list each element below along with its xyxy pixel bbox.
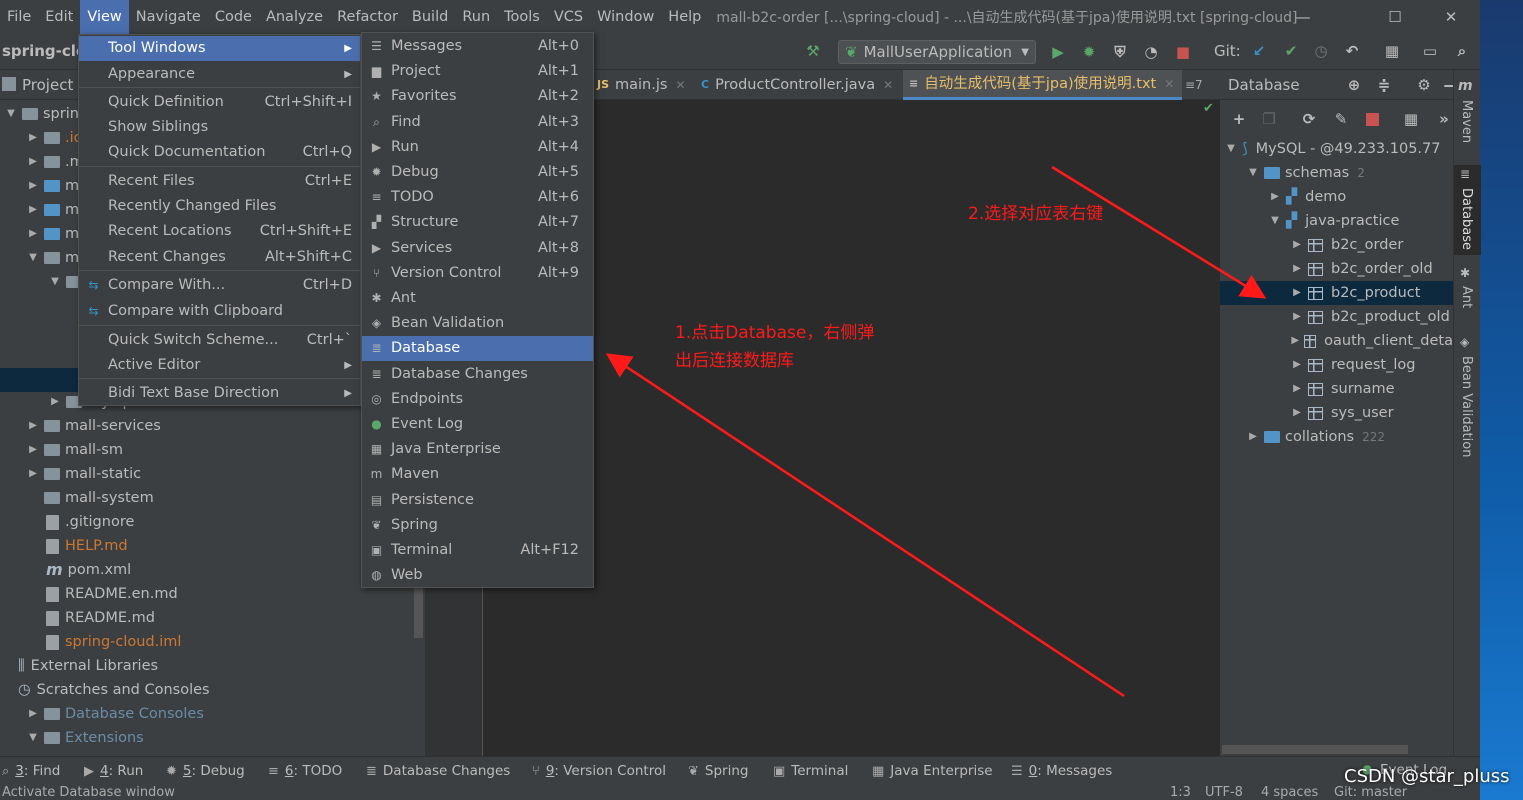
arrow-to-database-menu [605,353,1125,698]
annotation-step1-line1: 1.点击Database，右侧弹 [675,323,875,343]
desktop-background [1480,0,1523,800]
annotation-arrows [605,165,1267,698]
watermark: CSDN @star_pluss [1344,766,1510,787]
annotation-step2: 2.选择对应表右键 [968,204,1104,224]
arrow-to-table [1051,165,1267,299]
annotation-step1-line2: 出后连接数据库 [675,351,794,371]
